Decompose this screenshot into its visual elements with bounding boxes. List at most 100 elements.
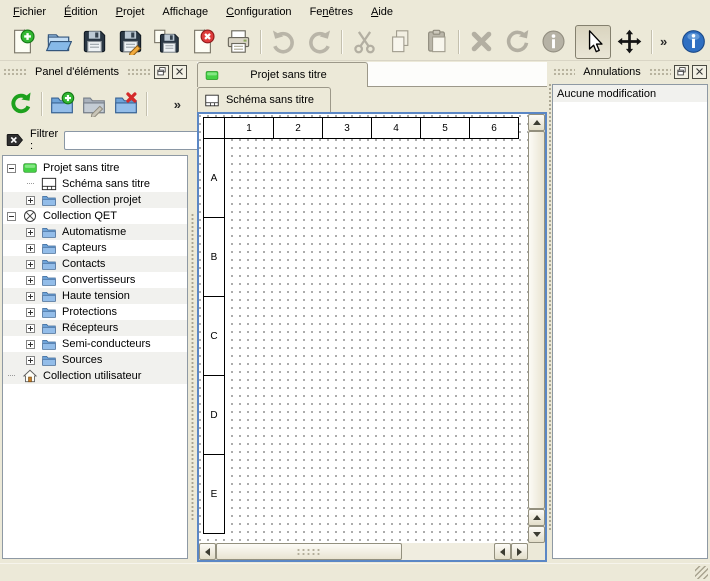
undo-history-item[interactable]: Aucune modification [553,85,707,102]
tree-indent [7,184,26,185]
move-button[interactable] [611,25,647,59]
expander-minus-icon[interactable] [7,212,16,221]
scroll-down-button[interactable] [528,526,545,543]
clear-filter-icon[interactable] [6,131,24,149]
tree-item-automatisme[interactable]: Automatisme [3,224,187,240]
tab-diagram[interactable]: Schéma sans titre [197,87,331,112]
tree-indent [7,296,26,297]
tree-indent [7,264,26,265]
tree-item-collection-qet[interactable]: Collection QET [3,208,187,224]
reload-collections-icon [8,91,34,117]
tree-item-label: Collection projet [62,194,145,206]
tree-item-capteurs[interactable]: Capteurs [3,240,187,256]
tree-item-label: Collection utilisateur [43,370,145,382]
tree-item-label: Haute tension [62,290,134,302]
folder-icon [41,256,57,272]
vertical-scroll-thumb[interactable] [528,131,545,509]
expander-plus-icon[interactable] [26,260,35,269]
scrollbar-corner [528,543,545,560]
tree-item-schema-sans-titre[interactable]: Schéma sans titre [3,176,187,192]
tree-indent [7,360,26,361]
delete-category-button[interactable] [110,87,142,121]
expander-plus-icon[interactable] [26,228,35,237]
close-icon [694,66,705,77]
toolbar-separator [458,30,459,54]
save-button[interactable] [76,25,112,59]
undo-icon [270,28,297,55]
expander-plus-icon[interactable] [26,356,35,365]
folder-icon [41,336,57,352]
scroll-right-button[interactable] [511,543,528,560]
new-document-button[interactable] [4,25,40,59]
close-panel-button[interactable] [692,65,707,79]
tab-project[interactable]: Projet sans titre [197,62,368,87]
resize-grip[interactable] [695,566,708,579]
menu-fichier[interactable]: Fichier [4,3,55,21]
expander-plus-icon[interactable] [26,324,35,333]
qelectrotech-window: { "window": { "background": "#ece9d8", "… [0,0,710,581]
menu-aide[interactable]: Aide [362,3,402,21]
new-document-icon [9,28,36,55]
expander-plus-icon[interactable] [26,292,35,301]
expander-plus-icon[interactable] [26,276,35,285]
tree-item-semi-conducteurs[interactable]: Semi-conducteurs [3,336,187,352]
menu-edition[interactable]: Édition [55,3,107,21]
tree-item-contacts[interactable]: Contacts [3,256,187,272]
expander-minus-icon[interactable] [7,164,16,173]
about-info-button[interactable] [675,25,710,59]
paste-button [418,25,454,59]
scroll-up-button[interactable] [528,114,545,131]
rotate-button [499,25,535,59]
row-header-B: B [203,217,225,297]
close-panel-button[interactable] [172,65,187,79]
print-button[interactable] [220,25,256,59]
expander-plus-icon[interactable] [26,244,35,253]
menu-projet[interactable]: Projet [107,3,154,21]
tree-item-haute-tension[interactable]: Haute tension [3,288,187,304]
menu-affichage[interactable]: Affichage [153,3,217,21]
tree-item-convertisseurs[interactable]: Convertisseurs [3,272,187,288]
select-pointer-button[interactable] [575,25,611,59]
reload-collections-button[interactable] [5,87,37,121]
about-info-icon [680,28,707,55]
save-all-button[interactable] [148,25,184,59]
tree-item-collection-projet[interactable]: Collection projet [3,192,187,208]
float-panel-button[interactable] [154,65,169,79]
toolbar-separator [260,30,261,54]
tree-item-collection-utilisateur[interactable]: Collection utilisateur [3,368,187,384]
toolbar-extension-button[interactable]: » [170,97,185,112]
tree-item-projet-sans-titre[interactable]: Projet sans titre [3,160,187,176]
element-info-icon [540,28,567,55]
column-header-6: 6 [469,117,519,139]
horizontal-scroll-thumb[interactable] [216,543,402,560]
left-splitter[interactable] [189,63,196,560]
toolbar-extension-button[interactable]: » [656,34,671,49]
save-as-button[interactable] [112,25,148,59]
cut-button [346,25,382,59]
tree-item-recepteurs[interactable]: Récepteurs [3,320,187,336]
expander-plus-icon[interactable] [26,196,35,205]
tree-item-sources[interactable]: Sources [3,352,187,368]
filter-label: Filtrer : [30,128,58,152]
tree-item-label: Contacts [62,258,109,270]
open-document-button[interactable] [40,25,76,59]
diagram-canvas[interactable]: 123456 ABCDE [199,114,528,543]
undo-history-list: Aucune modification [552,84,708,559]
menu-configuration[interactable]: Configuration [217,3,300,21]
scroll-left-button-2[interactable] [494,543,511,560]
float-panel-button[interactable] [674,65,689,79]
redo-icon [306,28,333,55]
close-document-button[interactable] [184,25,220,59]
row-header-E: E [203,454,225,534]
expander-plus-icon[interactable] [26,308,35,317]
save-as-icon [117,28,144,55]
new-category-button[interactable] [46,87,78,121]
project-tab-bar: Projet sans titre [197,62,547,87]
menu-fenetres[interactable]: Fenêtres [301,3,362,21]
scroll-up-button-2[interactable] [528,509,545,526]
tree-item-protections[interactable]: Protections [3,304,187,320]
splitter-handle-dots [189,213,196,520]
tree-item-label: Convertisseurs [62,274,139,286]
expander-plus-icon[interactable] [26,340,35,349]
scroll-left-button[interactable] [199,543,216,560]
